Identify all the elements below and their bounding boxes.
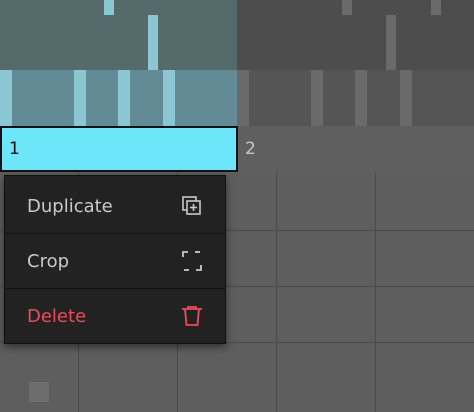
note-bar [163, 70, 175, 126]
duplicate-label: Duplicate [27, 195, 113, 217]
delete-label: Delete [27, 305, 87, 327]
note-bar [386, 15, 396, 70]
note-bar [0, 70, 12, 126]
clip-overview [0, 0, 474, 126]
note-bar [311, 70, 323, 126]
crop-menu-item[interactable]: Crop [5, 234, 225, 288]
scene-label: 2 [245, 139, 256, 159]
delete-menu-item[interactable]: Delete [5, 289, 225, 343]
note-bar [342, 0, 352, 15]
note-bar [74, 70, 86, 126]
scene-slot-1[interactable]: 1 [0, 126, 238, 172]
note-bar [431, 0, 441, 15]
note-bar [400, 70, 412, 126]
grid-line [276, 172, 277, 412]
grid-line [375, 172, 376, 412]
crop-icon [181, 250, 203, 272]
clip-lane-bottom [0, 70, 474, 126]
note-bar [355, 70, 367, 126]
scene-slot-2[interactable]: 2 [238, 126, 474, 172]
stop-button[interactable] [29, 382, 49, 402]
trash-icon [181, 305, 203, 327]
scene-label: 1 [9, 139, 20, 159]
note-bar [118, 70, 130, 126]
note-bar [104, 0, 114, 15]
duplicate-menu-item[interactable]: Duplicate [5, 179, 225, 233]
duplicate-icon [181, 195, 203, 217]
scene-row: 1 2 [0, 126, 474, 172]
clip-lane-top [0, 0, 474, 70]
note-bar [237, 70, 249, 126]
selected-clip-region [0, 0, 237, 70]
context-menu: Duplicate Crop Delete [4, 175, 226, 344]
crop-label: Crop [27, 250, 70, 272]
note-bar [148, 15, 158, 70]
